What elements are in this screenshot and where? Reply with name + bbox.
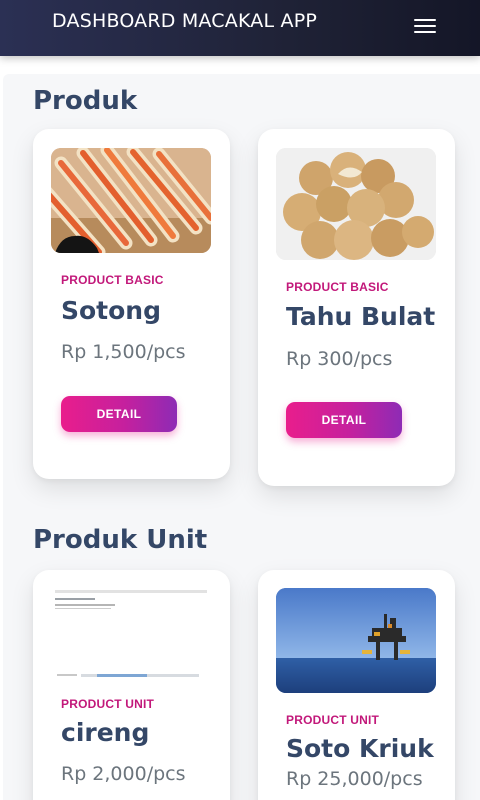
hamburger-menu-icon[interactable] xyxy=(412,16,438,36)
sotong-photo xyxy=(51,148,211,253)
product-name: Soto Kriuk xyxy=(286,734,434,763)
tahu-bulat-photo xyxy=(276,148,436,260)
product-price: Rp 25,000/pcs xyxy=(286,768,423,790)
product-image-soto-kriuk xyxy=(276,588,436,693)
product-category: PRODUCT BASIC xyxy=(61,273,164,287)
menu-line xyxy=(414,31,436,33)
product-category: PRODUCT UNIT xyxy=(286,713,380,727)
cireng-screenshot xyxy=(51,588,211,680)
detail-button[interactable]: DETAIL xyxy=(286,402,402,438)
product-price: Rp 300/pcs xyxy=(286,348,393,370)
menu-line xyxy=(414,25,436,27)
product-card-sotong[interactable]: PRODUCT BASIC Sotong Rp 1,500/pcs DETAIL xyxy=(33,129,230,479)
soto-kriuk-photo xyxy=(276,588,436,693)
product-card-soto-kriuk[interactable]: PRODUCT UNIT Soto Kriuk Rp 25,000/pcs xyxy=(258,570,455,800)
product-price: Rp 1,500/pcs xyxy=(61,341,186,363)
section-title-produk-unit: Produk Unit xyxy=(33,525,208,555)
app-title: DASHBOARD MACAKAL APP xyxy=(52,10,318,32)
detail-button[interactable]: DETAIL xyxy=(61,396,177,432)
product-image-tahu-bulat xyxy=(276,148,436,260)
top-navbar: DASHBOARD MACAKAL APP xyxy=(0,0,480,56)
product-card-tahu-bulat[interactable]: PRODUCT BASIC Tahu Bulat Rp 300/pcs DETA… xyxy=(258,129,455,486)
product-card-cireng[interactable]: PRODUCT UNIT cireng Rp 2,000/pcs xyxy=(33,570,230,800)
product-category: PRODUCT BASIC xyxy=(286,280,389,294)
section-title-produk: Produk xyxy=(33,86,138,116)
menu-line xyxy=(414,19,436,21)
product-category: PRODUCT UNIT xyxy=(61,697,155,711)
product-price: Rp 2,000/pcs xyxy=(61,763,186,785)
product-image-sotong xyxy=(51,148,211,253)
product-image-cireng xyxy=(51,588,211,680)
product-name: cireng xyxy=(61,718,150,747)
product-name: Tahu Bulat xyxy=(286,302,436,331)
product-name: Sotong xyxy=(61,296,161,325)
